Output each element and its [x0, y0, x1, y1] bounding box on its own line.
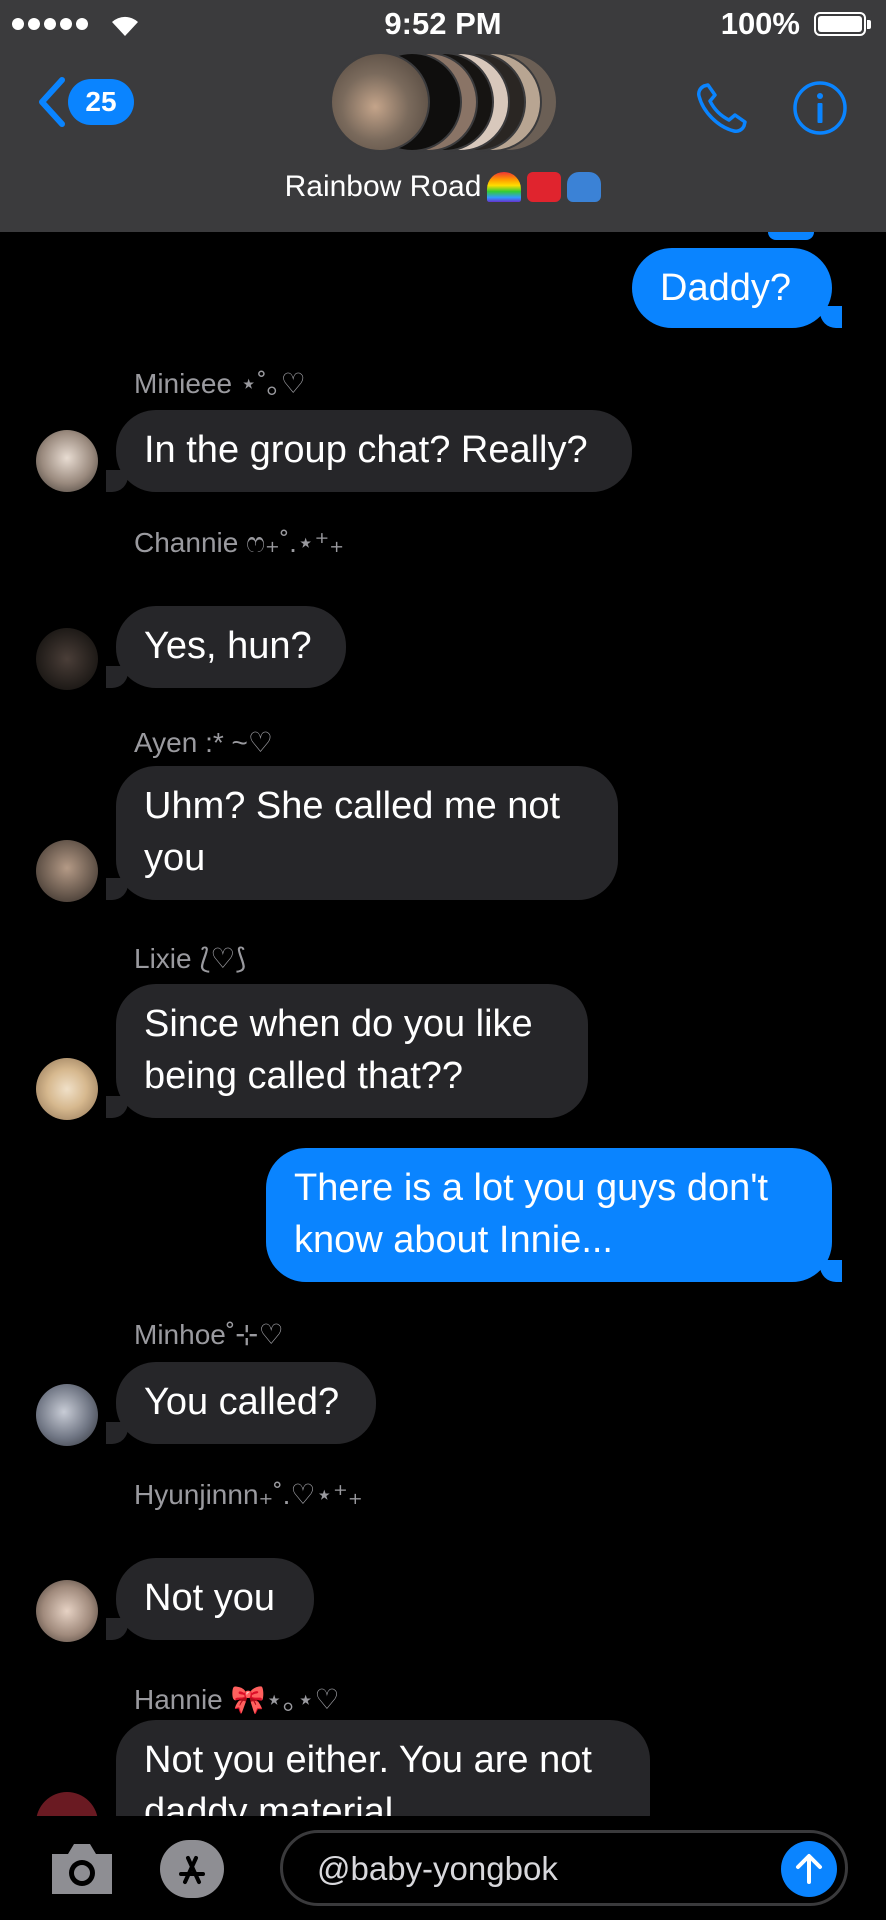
- message-text: Not you: [144, 1577, 275, 1619]
- message-text-line: There is a lot you guys don't: [294, 1167, 769, 1209]
- avatar: [36, 840, 98, 902]
- sender-name: Minhoe˚⊹♡: [134, 1319, 284, 1350]
- message-text-line: Not you either. You are not: [144, 1739, 592, 1781]
- avatar: [36, 1792, 98, 1816]
- message-text-line: daddy material: [144, 1791, 394, 1816]
- cropped-bubble: [768, 232, 814, 240]
- message-input[interactable]: @baby-yongbok: [280, 1830, 848, 1906]
- camera-icon[interactable]: [46, 1838, 118, 1898]
- incoming-message[interactable]: Uhm? She called me not you: [106, 766, 618, 900]
- message-thread[interactable]: Daddy? Minieee ⋆˚｡♡ In the group chat? R…: [0, 232, 886, 1816]
- message-text-line: you: [144, 837, 206, 879]
- message-text-line: being called that??: [144, 1055, 464, 1097]
- sender-name: Ayen :* ~♡: [134, 727, 274, 758]
- sender-name: Hyunjinnn₊˚.♡⋆⁺₊: [134, 1479, 363, 1510]
- avatar: [36, 1058, 98, 1120]
- battery-percent: 100%: [720, 6, 800, 41]
- message-text-line: Uhm? She called me not: [144, 785, 561, 827]
- chat-header: 9:52 PM 100% 25 Rainbow Road: [0, 0, 886, 232]
- battery-icon: [814, 12, 866, 36]
- unread-count-badge: 25: [68, 79, 134, 125]
- message-text: Yes, hun?: [144, 625, 312, 667]
- avatar: [36, 628, 98, 690]
- incoming-message[interactable]: Yes, hun?: [106, 606, 346, 688]
- message-text: In the group chat? Really?: [144, 429, 588, 471]
- avatar: [330, 52, 430, 152]
- info-icon[interactable]: [792, 80, 848, 136]
- avatar: [36, 1580, 98, 1642]
- send-arrow-icon: [796, 1854, 822, 1884]
- message-text: Daddy?: [660, 267, 791, 309]
- sender-name: Lixie ⟅♡⟆: [134, 943, 247, 974]
- phone-icon[interactable]: [694, 80, 750, 136]
- incoming-message[interactable]: In the group chat? Really?: [106, 410, 632, 492]
- sender-name: Hannie 🎀⋆｡⋆♡: [134, 1684, 340, 1715]
- back-button[interactable]: 25: [36, 76, 134, 128]
- incoming-message[interactable]: Not you either. You are not daddy materi…: [116, 1720, 650, 1816]
- send-button[interactable]: [781, 1841, 837, 1897]
- outgoing-message[interactable]: There is a lot you guys don't know about…: [266, 1148, 842, 1282]
- group-title[interactable]: Rainbow Road: [0, 170, 886, 204]
- message-text: You called?: [144, 1381, 340, 1423]
- message-input-text: @baby-yongbok: [317, 1850, 558, 1887]
- group-title-text: Rainbow Road: [284, 170, 482, 203]
- incoming-message[interactable]: You called?: [106, 1362, 376, 1444]
- group-avatar-stack[interactable]: [330, 52, 560, 152]
- outgoing-message[interactable]: Daddy?: [632, 248, 842, 328]
- sender-name: Channie ෆ₊˚.⋆⁺₊: [134, 527, 345, 558]
- status-bar: 9:52 PM 100%: [0, 0, 886, 48]
- message-text-line: know about Innie...: [294, 1219, 613, 1261]
- incoming-message[interactable]: Not you: [106, 1558, 314, 1640]
- incoming-message[interactable]: Since when do you like being called that…: [106, 984, 588, 1118]
- sender-name: Minieee ⋆˚｡♡: [134, 368, 306, 399]
- back-chevron-icon: [39, 77, 65, 127]
- car-emoji-icon: [567, 172, 602, 202]
- message-text-line: Since when do you like: [144, 1003, 533, 1045]
- app-store-icon[interactable]: [160, 1840, 224, 1898]
- avatar: [36, 430, 98, 492]
- avatar: [36, 1384, 98, 1446]
- rainbow-emoji-icon: [487, 172, 522, 202]
- anger-emoji-icon: [527, 172, 562, 202]
- compose-bar: @baby-yongbok: [0, 1816, 886, 1920]
